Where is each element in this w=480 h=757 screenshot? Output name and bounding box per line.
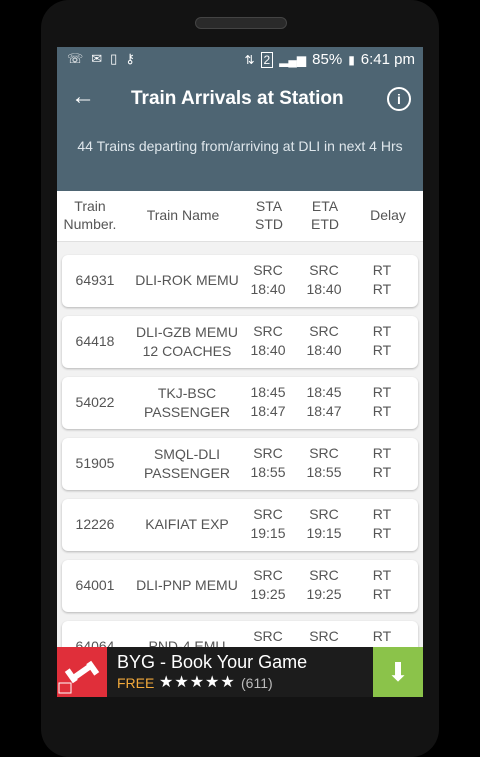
departure-delay: RT — [372, 342, 392, 358]
sta: 18:45 — [250, 384, 286, 400]
train-number: 64931 — [75, 272, 115, 288]
etd: 18:40 — [306, 342, 342, 358]
clock: 6:41 pm — [360, 51, 415, 68]
sta: SRC — [253, 262, 283, 278]
eta: SRC — [309, 262, 339, 278]
train-row[interactable]: 64931 DLI-ROK MEMU SRC 18:40 SRC 18:40 R… — [62, 255, 418, 307]
std: 18:47 — [250, 403, 286, 419]
game-app-icon — [57, 647, 107, 697]
arrival-delay: RT — [372, 384, 392, 400]
back-arrow-icon[interactable]: ← — [71, 85, 95, 109]
battery-icon: ▮ — [348, 52, 355, 67]
phone-speaker — [195, 17, 287, 29]
std: 18:55 — [250, 464, 286, 480]
eta: SRC — [309, 628, 339, 644]
train-name: DLI-PNP MEMU — [136, 577, 238, 593]
sta: SRC — [253, 445, 283, 461]
etd: 18:47 — [306, 403, 342, 419]
arrival-delay: RT — [372, 323, 392, 339]
sta: SRC — [253, 567, 283, 583]
status-bar: ☏ ✉ ▯ ⚷ ⇅ 2 ▂▄▆ 85% ▮ 6:41 pm — [57, 47, 423, 73]
etd: 18:55 — [306, 464, 342, 480]
sta: SRC — [253, 506, 283, 522]
train-row[interactable]: 54022 TKJ-BSC PASSENGER 18:45 18:47 18:4… — [62, 377, 418, 429]
std: 19:25 — [250, 586, 286, 602]
std: 18:40 — [250, 281, 286, 297]
ad-free-label: FREE — [117, 675, 155, 691]
eta: SRC — [309, 567, 339, 583]
etd: 18:40 — [306, 281, 342, 297]
train-number: 64001 — [75, 577, 115, 593]
train-number: 51905 — [75, 455, 115, 471]
etd: 19:25 — [306, 586, 342, 602]
notification-icons: ☏ ✉ ▯ ⚷ — [67, 51, 135, 67]
sta: SRC — [253, 323, 283, 339]
mail-icon: ✉ — [91, 51, 103, 66]
signal-icon: ▂▄▆ — [279, 52, 307, 67]
train-name: SMQL-DLI PASSENGER — [143, 446, 231, 481]
eta: SRC — [309, 323, 339, 339]
missed-call-icon: ☏ — [67, 51, 84, 66]
info-icon[interactable]: i — [387, 87, 411, 111]
train-row[interactable]: 12226 KAIFIAT EXP SRC 19:15 SRC 19:15 RT… — [62, 499, 418, 551]
departure-delay: RT — [372, 586, 392, 602]
rating-count: (611) — [241, 675, 273, 691]
std: 18:40 — [250, 342, 286, 358]
header-train-name: Train Name — [146, 207, 220, 223]
train-name: TKJ-BSC PASSENGER — [143, 385, 231, 420]
train-number: 64418 — [75, 333, 115, 349]
page-title: Train Arrivals at Station — [131, 88, 344, 109]
header-eta-etd: ETA ETD — [311, 198, 339, 232]
system-icons: ⇅ 2 ▂▄▆ 85% ▮ 6:41 pm — [244, 51, 415, 68]
header-sta-std: STA STD — [255, 198, 283, 232]
arrival-delay: RT — [372, 262, 392, 278]
battery-percent: 85% — [312, 51, 343, 68]
eta: SRC — [309, 445, 339, 461]
train-row[interactable]: 64001 DLI-PNP MEMU SRC 19:25 SRC 19:25 R… — [62, 560, 418, 612]
arrival-delay: RT — [372, 445, 392, 461]
arrival-delay: RT — [372, 628, 392, 644]
header-delay: Delay — [370, 207, 406, 223]
train-name: KAIFIAT EXP — [145, 516, 229, 532]
sta: SRC — [253, 628, 283, 644]
departure-delay: RT — [372, 525, 392, 541]
table-header: Train Number. Train Name STA STD ETA ETD… — [57, 191, 423, 242]
key-icon: ⚷ — [125, 51, 135, 66]
train-row[interactable]: 64418 DLI-GZB MEMU 12 COACHES SRC 18:40 … — [62, 316, 418, 368]
eta: SRC — [309, 506, 339, 522]
summary-text: 44 Trains departing from/arriving at DLI… — [77, 138, 403, 154]
etd: 19:15 — [306, 525, 342, 541]
sd-card-icon: ▯ — [110, 51, 118, 66]
summary-banner: 44 Trains departing from/arriving at DLI… — [57, 125, 423, 191]
ad-banner[interactable]: BYG - Book Your Game FREE ★★★★★ (611) ⬇ — [57, 647, 423, 697]
rating-stars: ★★★★★ — [159, 674, 236, 691]
screen: ☏ ✉ ▯ ⚷ ⇅ 2 ▂▄▆ 85% ▮ 6:41 pm ← Train Ar… — [57, 47, 423, 697]
departure-delay: RT — [372, 464, 392, 480]
departure-delay: RT — [372, 281, 392, 297]
train-number: 12226 — [75, 516, 115, 532]
ad-title: BYG - Book Your Game — [117, 652, 308, 672]
arrival-delay: RT — [372, 567, 392, 583]
eta: 18:45 — [306, 384, 342, 400]
train-name: DLI-GZB MEMU 12 COACHES — [136, 324, 238, 359]
download-icon[interactable]: ⬇ — [373, 647, 423, 697]
vibrate-icon: ⇅ — [244, 52, 255, 67]
train-row[interactable]: 51905 SMQL-DLI PASSENGER SRC 18:55 SRC 1… — [62, 438, 418, 490]
app-bar: ← Train Arrivals at Station i — [57, 73, 423, 125]
departure-delay: RT — [372, 403, 392, 419]
arrival-delay: RT — [372, 506, 392, 522]
train-name: DLI-ROK MEMU — [135, 272, 239, 288]
train-number: 54022 — [75, 394, 115, 410]
std: 19:15 — [250, 525, 286, 541]
header-train-number: Train Number. — [63, 198, 117, 232]
sim-badge: 2 — [260, 51, 274, 68]
